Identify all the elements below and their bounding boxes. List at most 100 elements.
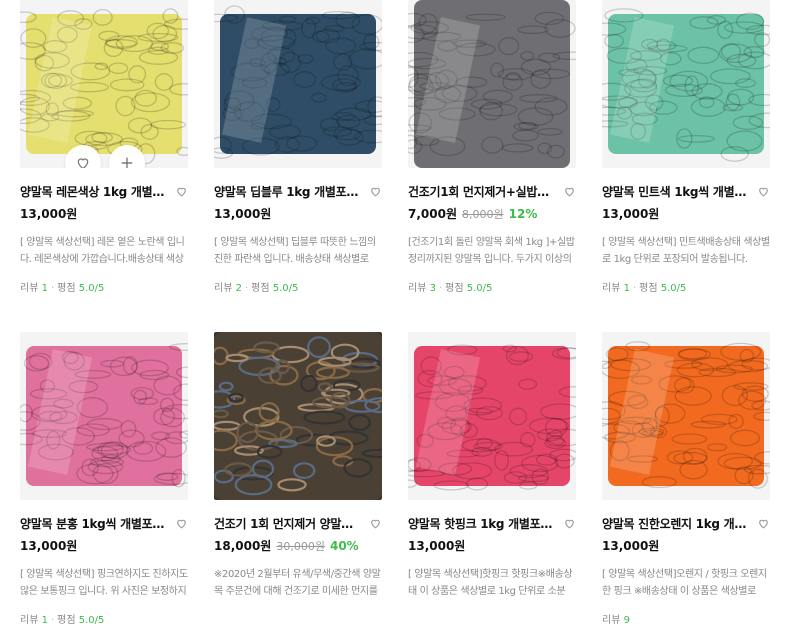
product-thumbnail[interactable] xyxy=(408,0,576,168)
sale-price: 13,000원 xyxy=(214,207,272,221)
heart-icon[interactable] xyxy=(174,517,188,531)
product-description: [ 양말목 색상선택] 핑크연하지도 진하지도 않은 보통핑크 입니다. 위 사… xyxy=(20,569,188,597)
product-title[interactable]: 건조기 1회 먼지제거 양말목 무색... xyxy=(214,515,360,532)
product-title[interactable]: 양말목 핫핑크 1kg 개별포장 분홍... xyxy=(408,515,554,532)
review-meta: 리뷰 3 · 평점 5.0/5 xyxy=(408,279,576,294)
rating-label: 평점 xyxy=(445,283,464,294)
price-row: 13,000원 xyxy=(214,205,382,222)
product-description: [ 양말목 색상선택] 레몬 옅은 노란색 입니다. 레몬색상에 가깝습니다.배… xyxy=(20,237,185,265)
sale-price: 7,000원 xyxy=(408,207,457,221)
price-row: 13,000원 xyxy=(408,537,576,554)
heart-icon[interactable] xyxy=(368,517,382,531)
rating-label: 평점 xyxy=(251,283,270,294)
review-count: 3 xyxy=(429,283,436,294)
discount-rate: 12% xyxy=(508,207,538,221)
separator: · xyxy=(50,283,55,294)
review-label: 리뷰 xyxy=(20,615,39,626)
product-image[interactable] xyxy=(20,332,188,500)
product-card[interactable]: 양말목 딥블루 1kg 개별포장 네이비... 13,000원 [ 양말목 색상선택… xyxy=(214,0,382,294)
heart-icon[interactable] xyxy=(562,185,576,199)
rating-label: 평점 xyxy=(639,283,658,294)
review-count: 2 xyxy=(235,283,242,294)
review-meta: 리뷰 1 · 평점 5.0/5 xyxy=(20,279,188,294)
product-description: [ 양말목 색상선택]핫핑크 핫핑크※배송상태 이 상품은 색상별로 1kg 단… xyxy=(408,569,573,597)
rating-label: 평점 xyxy=(57,283,76,294)
separator: · xyxy=(50,615,55,626)
discount-rate: 40% xyxy=(329,539,359,553)
review-count: 1 xyxy=(41,615,48,626)
sale-price: 13,000원 xyxy=(408,539,466,553)
product-image[interactable] xyxy=(408,0,576,168)
product-grid: 양말목 레몬색상 1kg 개별포장 옅은... 13,000원 [ 양말목 색상선택… xyxy=(0,0,800,644)
heart-icon[interactable] xyxy=(368,185,382,199)
product-title[interactable]: 양말목 레몬색상 1kg 개별포장 옅은... xyxy=(20,183,166,200)
review-count: 1 xyxy=(41,283,48,294)
price-row: 18,000원 30,000원 40% xyxy=(214,537,382,554)
product-thumbnail[interactable] xyxy=(214,332,382,500)
product-thumbnail[interactable] xyxy=(20,332,188,500)
price-row: 13,000원 xyxy=(602,537,770,554)
heart-outline-icon xyxy=(75,155,91,168)
sale-price: 18,000원 xyxy=(214,539,272,553)
original-price: 8,000원 xyxy=(462,208,504,221)
product-image[interactable] xyxy=(214,332,382,500)
rating-value: 5.0/5 xyxy=(660,283,687,294)
review-label: 리뷰 xyxy=(602,283,621,294)
product-card[interactable]: 양말목 진한오렌지 1kg 개별포장... 13,000원 [ 양말목 색상선택]오… xyxy=(602,332,770,626)
plus-icon xyxy=(119,155,135,168)
review-count: 9 xyxy=(623,615,630,626)
add-to-cart-button[interactable] xyxy=(109,145,145,168)
product-title[interactable]: 양말목 딥블루 1kg 개별포장 네이비... xyxy=(214,183,360,200)
heart-icon[interactable] xyxy=(174,185,188,199)
product-title[interactable]: 양말목 분홍 1kg씩 개별포장 핑크... xyxy=(20,515,166,532)
product-card[interactable]: 양말목 민트색 1kg씩 개별포장 파스... 13,000원 [ 양말목 색상선택… xyxy=(602,0,770,294)
product-image[interactable] xyxy=(602,0,770,168)
product-thumbnail[interactable] xyxy=(408,332,576,500)
rating-label: 평점 xyxy=(57,615,76,626)
review-count: 1 xyxy=(623,283,630,294)
heart-icon[interactable] xyxy=(756,517,770,531)
product-description: ※2020년 2월부터 유색/무색/중간색 양말목 주문건에 대해 건조기로 미… xyxy=(214,569,381,597)
product-description: [건조기1회 돌린 양말목 회색 1kg ]+실밥정리까지된 양말목 입니다. … xyxy=(408,237,575,265)
original-price: 30,000원 xyxy=(276,540,325,553)
review-meta: 리뷰 1 · 평점 5.0/5 xyxy=(20,611,188,626)
price-row: 13,000원 xyxy=(602,205,770,222)
product-title[interactable]: 양말목 민트색 1kg씩 개별포장 파스... xyxy=(602,183,748,200)
product-image[interactable] xyxy=(214,0,382,168)
product-card[interactable]: 건조기1회 먼지제거+실밥정리 양말... 7,000원 8,000원 12% [건조기… xyxy=(408,0,576,294)
rating-value: 5.0/5 xyxy=(78,615,105,626)
product-card[interactable]: 건조기 1회 먼지제거 양말목 무색... 18,000원 30,000원 40% ※2… xyxy=(214,332,382,600)
product-title[interactable]: 양말목 진한오렌지 1kg 개별포장... xyxy=(602,515,748,532)
separator: · xyxy=(438,283,443,294)
product-title[interactable]: 건조기1회 먼지제거+실밥정리 양말... xyxy=(408,183,554,200)
price-row: 13,000원 xyxy=(20,205,188,222)
separator: · xyxy=(632,283,637,294)
product-card[interactable]: 양말목 핫핑크 1kg 개별포장 분홍... 13,000원 [ 양말목 색상선택]… xyxy=(408,332,576,600)
product-thumbnail[interactable] xyxy=(214,0,382,168)
heart-icon[interactable] xyxy=(756,185,770,199)
rating-value: 5.0/5 xyxy=(272,283,299,294)
product-card[interactable]: 양말목 분홍 1kg씩 개별포장 핑크... 13,000원 [ 양말목 색상선택]… xyxy=(20,332,188,626)
product-thumbnail[interactable] xyxy=(602,0,770,168)
product-description: [ 양말목 색상선택] 민트색배송상태 색상별로 1kg 단위로 포장되어 발송… xyxy=(602,237,770,265)
separator: · xyxy=(244,283,249,294)
sale-price: 13,000원 xyxy=(20,539,78,553)
product-description: [ 양말목 색상선택] 딥블루 따뜻한 느낌의 진한 파란색 입니다. 배송상태… xyxy=(214,237,376,265)
heart-icon[interactable] xyxy=(562,517,576,531)
review-meta: 리뷰 1 · 평점 5.0/5 xyxy=(602,279,770,294)
wishlist-button[interactable] xyxy=(65,145,101,168)
product-card[interactable]: 양말목 레몬색상 1kg 개별포장 옅은... 13,000원 [ 양말목 색상선택… xyxy=(20,0,188,294)
rating-value: 5.0/5 xyxy=(466,283,493,294)
review-label: 리뷰 xyxy=(20,283,39,294)
product-thumbnail[interactable] xyxy=(602,332,770,500)
product-image[interactable] xyxy=(408,332,576,500)
rating-value: 5.0/5 xyxy=(78,283,105,294)
price-row: 7,000원 8,000원 12% xyxy=(408,205,576,222)
product-description: [ 양말목 색상선택]오렌지 / 핫핑크 오렌지한 핑크 ※배송상태 이 상품은… xyxy=(602,569,767,597)
product-image[interactable] xyxy=(20,0,188,168)
sale-price: 13,000원 xyxy=(602,207,660,221)
product-thumbnail[interactable] xyxy=(20,0,188,168)
review-meta: 리뷰 2 · 평점 5.0/5 xyxy=(214,279,382,294)
product-image[interactable] xyxy=(602,332,770,500)
review-meta: 리뷰 9 xyxy=(602,611,770,626)
